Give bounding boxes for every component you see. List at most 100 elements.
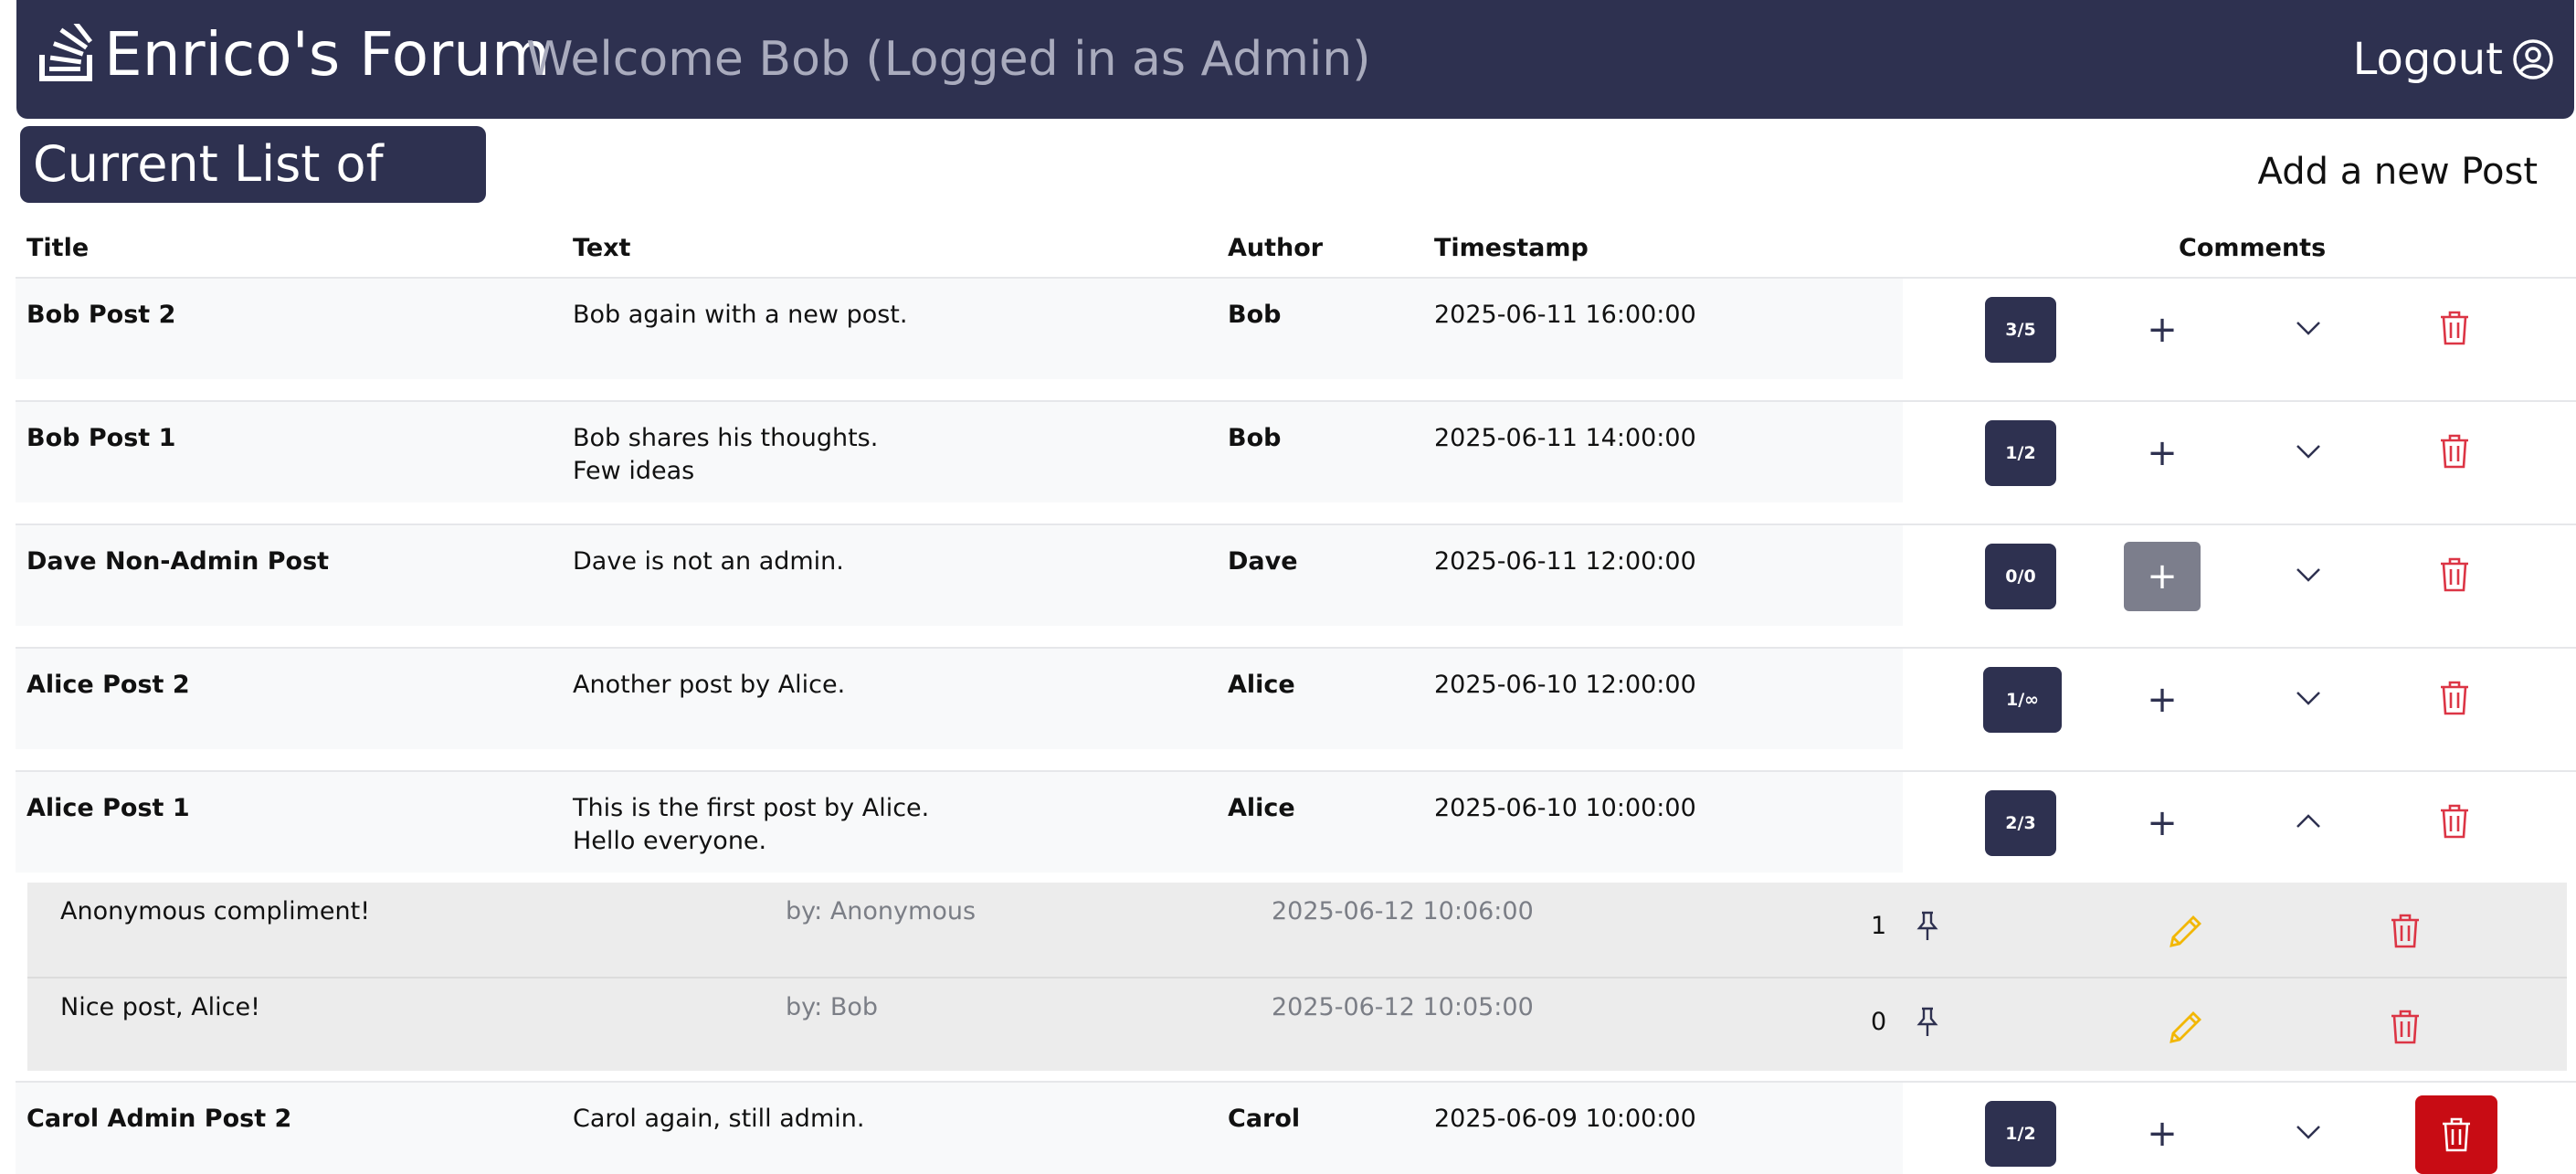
- table-row: Carol Admin Post 2 Carol again, still ad…: [16, 1081, 2576, 1174]
- plus-icon: +: [2147, 1113, 2178, 1155]
- post-title: Alice Post 1: [26, 794, 190, 822]
- trash-icon: [2441, 311, 2468, 345]
- stack-icon: [35, 24, 104, 84]
- trash-icon: [2441, 557, 2468, 592]
- post-timestamp: 2025-06-11 16:00:00: [1434, 301, 1696, 329]
- chevron-down-icon: [2296, 1126, 2320, 1139]
- expand-comments-button[interactable]: [2281, 547, 2336, 602]
- post-title: Alice Post 2: [26, 671, 190, 699]
- table-row: Alice Post 1 This is the first post by A…: [16, 770, 2576, 873]
- add-comment-button[interactable]: +: [2124, 788, 2201, 858]
- column-header-title: Title: [26, 234, 90, 262]
- delete-post-button[interactable]: [2427, 671, 2482, 725]
- comment-pin-count: 1: [1871, 912, 1887, 940]
- trash-icon: [2441, 434, 2468, 469]
- chevron-up-icon: [2296, 814, 2320, 828]
- post-title: Carol Admin Post 2: [26, 1105, 292, 1133]
- plus-icon: +: [2147, 309, 2178, 351]
- edit-comment-button[interactable]: [2163, 908, 2209, 954]
- post-text: Bob shares his thoughts. Few ideas: [573, 424, 879, 485]
- post-author: Bob: [1228, 424, 1282, 452]
- top-navbar: Enrico's Forum Welcome Bob (Logged in as…: [16, 0, 2574, 119]
- comments-count-badge[interactable]: 2/3: [1985, 790, 2056, 856]
- comments-count-badge[interactable]: 1/2: [1985, 1101, 2056, 1167]
- post-author: Dave: [1228, 547, 1298, 576]
- logout-label: Logout: [2352, 34, 2503, 85]
- delete-comment-button[interactable]: [2382, 1004, 2428, 1050]
- chevron-down-icon: [2296, 692, 2320, 705]
- post-timestamp: 2025-06-10 10:00:00: [1434, 794, 1696, 822]
- post-text: Dave is not an admin.: [573, 547, 844, 576]
- comment-pin-count: 0: [1871, 1008, 1887, 1036]
- comments-count-badge[interactable]: 1/2: [1985, 420, 2056, 486]
- table-row: Bob Post 2 Bob again with a new post. Bo…: [16, 277, 2576, 379]
- post-timestamp: 2025-06-10 12:00:00: [1434, 671, 1696, 699]
- post-timestamp: 2025-06-11 12:00:00: [1434, 547, 1696, 576]
- post-author: Alice: [1228, 671, 1295, 699]
- expand-comments-button[interactable]: [2281, 1105, 2336, 1159]
- brand-title[interactable]: Enrico's Forum: [104, 15, 550, 95]
- post-title: Dave Non-Admin Post: [26, 547, 330, 576]
- chevron-down-icon: [2296, 445, 2320, 459]
- comment-text: Nice post, Alice!: [60, 993, 260, 1021]
- post-author: Bob: [1228, 301, 1282, 329]
- pin-comment-button[interactable]: [1909, 1002, 1946, 1042]
- trash-icon: [2441, 681, 2468, 715]
- delete-post-button[interactable]: [2427, 301, 2482, 355]
- column-header-timestamp: Timestamp: [1434, 234, 1589, 262]
- plus-icon: +: [2147, 802, 2178, 844]
- expand-comments-button[interactable]: [2281, 671, 2336, 725]
- expand-comments-button[interactable]: [2281, 424, 2336, 479]
- add-comment-button[interactable]: +: [2124, 295, 2201, 365]
- add-comment-button[interactable]: +: [2124, 1099, 2201, 1169]
- post-title: Bob Post 1: [26, 424, 176, 452]
- post-timestamp: 2025-06-11 14:00:00: [1434, 424, 1696, 452]
- comments-count-badge[interactable]: 1/∞: [1983, 667, 2062, 733]
- trash-icon: [2441, 804, 2468, 839]
- post-author: Carol: [1228, 1105, 1301, 1133]
- comment-author: by: Anonymous: [786, 897, 977, 925]
- comment-timestamp: 2025-06-12 10:05:00: [1272, 993, 1534, 1021]
- delete-post-button[interactable]: [2427, 424, 2482, 479]
- comment-item: Nice post, Alice! by: Bob 2025-06-12 10:…: [27, 977, 2567, 1072]
- comment-text: Anonymous compliment!: [60, 897, 371, 925]
- comment-item: Anonymous compliment! by: Anonymous 2025…: [27, 883, 2567, 976]
- post-text: This is the first post by Alice. Hello ev…: [573, 794, 930, 855]
- comment-author: by: Bob: [786, 993, 879, 1021]
- trash-icon: [2391, 1010, 2419, 1044]
- pin-icon: [1916, 911, 1938, 940]
- collapse-comments-button[interactable]: [2281, 794, 2336, 849]
- page-title: Current List of Posts: [20, 126, 486, 270]
- pin-comment-button[interactable]: [1909, 906, 1946, 947]
- pin-icon: [1916, 1007, 1938, 1036]
- post-text: Bob again with a new post.: [573, 301, 908, 329]
- chevron-down-icon: [2296, 322, 2320, 335]
- plus-icon: +: [2147, 555, 2178, 598]
- add-comment-button[interactable]: +: [2124, 665, 2201, 735]
- add-new-post-link[interactable]: Add a new Post: [2258, 146, 2538, 197]
- logout-button[interactable]: Logout: [2353, 26, 2554, 93]
- comments-count-badge[interactable]: 3/5: [1985, 297, 2056, 363]
- table-row: Alice Post 2 Another post by Alice. Alic…: [16, 647, 2576, 749]
- add-comment-button-disabled[interactable]: +: [2124, 542, 2201, 611]
- edit-comment-button[interactable]: [2163, 1004, 2209, 1050]
- table-row: Bob Post 1 Bob shares his thoughts. Few i…: [16, 400, 2576, 502]
- table-row: Dave Non-Admin Post Dave is not an admin…: [16, 524, 2576, 626]
- column-header-comments: Comments: [2179, 234, 2327, 262]
- expand-comments-button[interactable]: [2281, 301, 2336, 355]
- user-circle-icon: [2512, 38, 2554, 80]
- chevron-down-icon: [2296, 568, 2320, 582]
- trash-icon: [2443, 1117, 2470, 1152]
- plus-icon: +: [2147, 679, 2178, 721]
- comments-count-badge[interactable]: 0/0: [1985, 544, 2056, 609]
- delete-post-button[interactable]: [2427, 794, 2482, 849]
- trash-icon: [2391, 914, 2419, 948]
- delete-post-button[interactable]: [2427, 547, 2482, 602]
- add-comment-button[interactable]: +: [2124, 418, 2201, 488]
- column-header-text: Text: [573, 234, 631, 262]
- delete-post-button-hover[interactable]: [2415, 1095, 2497, 1174]
- post-author: Alice: [1228, 794, 1295, 822]
- post-text: Carol again, still admin.: [573, 1105, 865, 1133]
- delete-comment-button[interactable]: [2382, 908, 2428, 954]
- post-text: Another post by Alice.: [573, 671, 846, 699]
